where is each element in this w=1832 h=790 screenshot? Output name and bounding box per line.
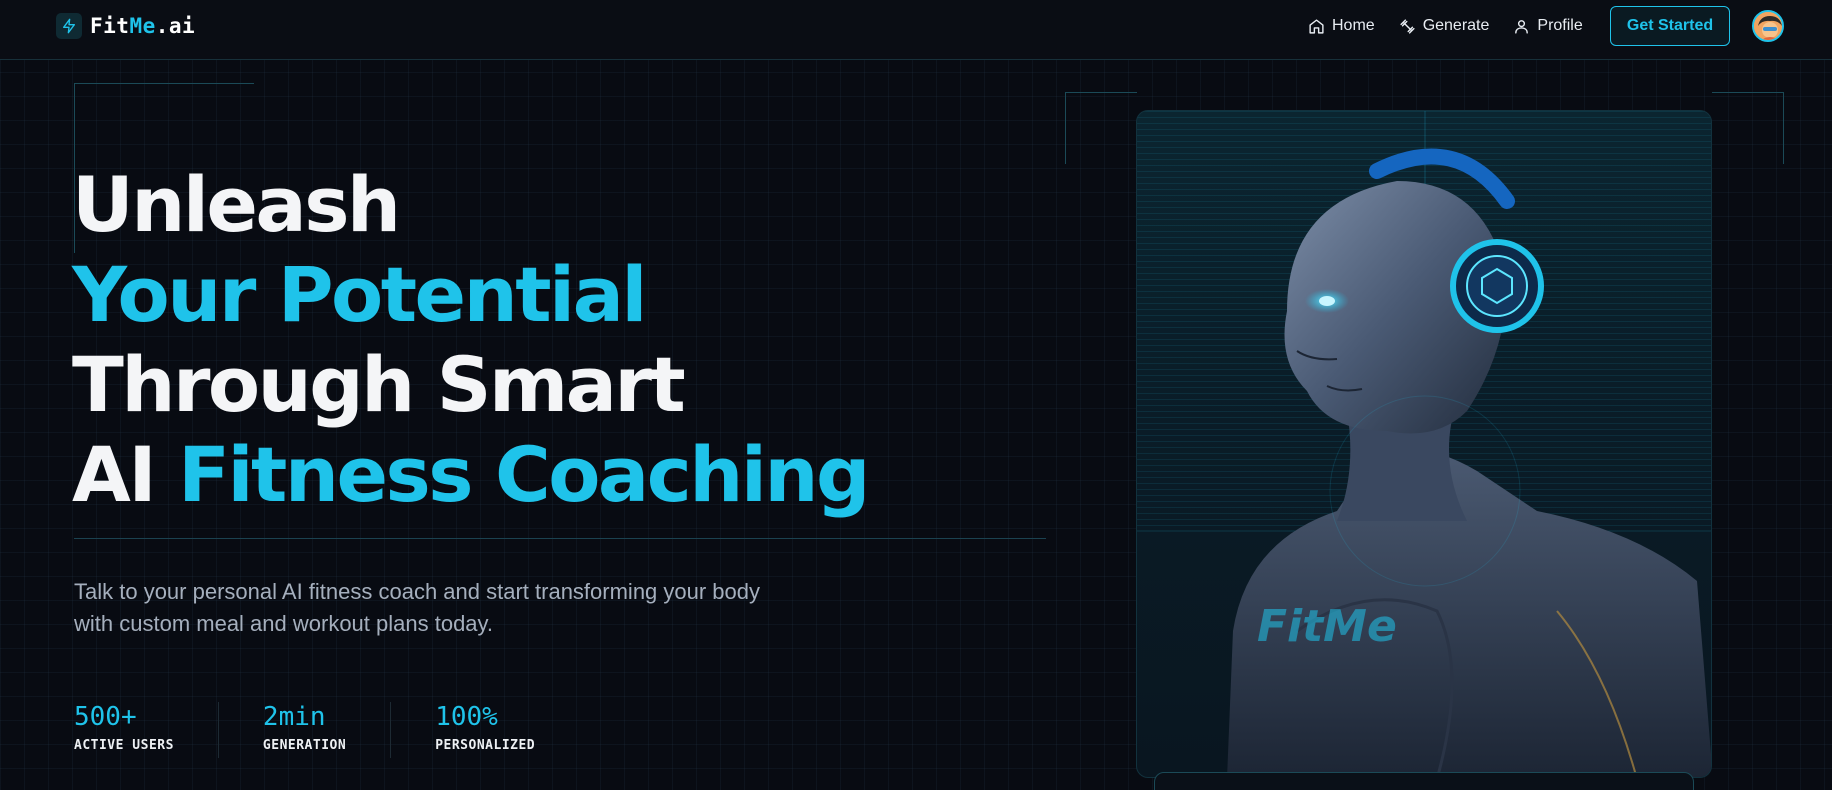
hero-title-line2: Your Potential — [72, 250, 647, 339]
hero-divider — [74, 538, 1046, 539]
avatar[interactable] — [1752, 10, 1784, 42]
stat-value: 100% — [435, 702, 498, 732]
nav-link-profile[interactable]: Profile — [1513, 17, 1583, 35]
stat-label: GENERATION — [262, 738, 347, 753]
hero-title-line1: Unleash — [72, 160, 401, 249]
fitme-watermark: FitMe — [1257, 601, 1397, 652]
stat-label: ACTIVE USERS — [74, 738, 174, 753]
stat-personalized: 100% PERSONALIZED — [435, 702, 579, 758]
logo[interactable]: FitMe.ai — [56, 12, 195, 40]
hero-bottom-card — [1154, 772, 1694, 790]
nav-links: Home Generate Profile — [1308, 14, 1607, 38]
hero-title-line4-white: AI — [72, 430, 179, 519]
user-icon — [1515, 19, 1529, 34]
decorative-corner — [1065, 92, 1137, 164]
nav-link-generate[interactable]: Generate — [1399, 17, 1490, 35]
bolt-icon — [56, 13, 82, 39]
hero-title-line4-cyan: Fitness Coaching — [178, 430, 870, 519]
stat-value: 2min — [262, 702, 326, 732]
hero-title-line4: AI Fitness Coaching — [72, 430, 1072, 520]
decorative-corner — [1712, 92, 1784, 164]
stat-generation: 2min GENERATION — [262, 702, 392, 758]
hero-title: Unleash Your Potential Through Smart AI … — [72, 160, 1072, 520]
hero-image-ai-coach: FitMe — [1136, 110, 1712, 778]
stat-active-users: 500+ ACTIVE USERS — [74, 702, 219, 758]
navbar: FitMe.ai Home Generate Profile Get Start… — [0, 0, 1832, 60]
hero-stats: 500+ ACTIVE USERS 2min GENERATION 100% P… — [74, 702, 623, 758]
logo-text: FitMe.ai — [90, 14, 196, 38]
home-icon — [1309, 18, 1324, 34]
nav-link-profile-label: Profile — [1537, 17, 1583, 34]
hero-subtitle: Talk to your personal AI fitness coach a… — [74, 579, 761, 636]
hero-title-line3: Through Smart — [72, 340, 686, 429]
nav-link-home[interactable]: Home — [1308, 17, 1375, 35]
dumbbell-icon — [1400, 18, 1415, 34]
nav-link-generate-label: Generate — [1422, 17, 1490, 34]
stat-label: PERSONALIZED — [435, 738, 536, 753]
get-started-button[interactable]: Get Started — [1610, 6, 1730, 46]
stat-value: 500+ — [74, 702, 137, 732]
nav-link-home-label: Home — [1332, 17, 1375, 34]
